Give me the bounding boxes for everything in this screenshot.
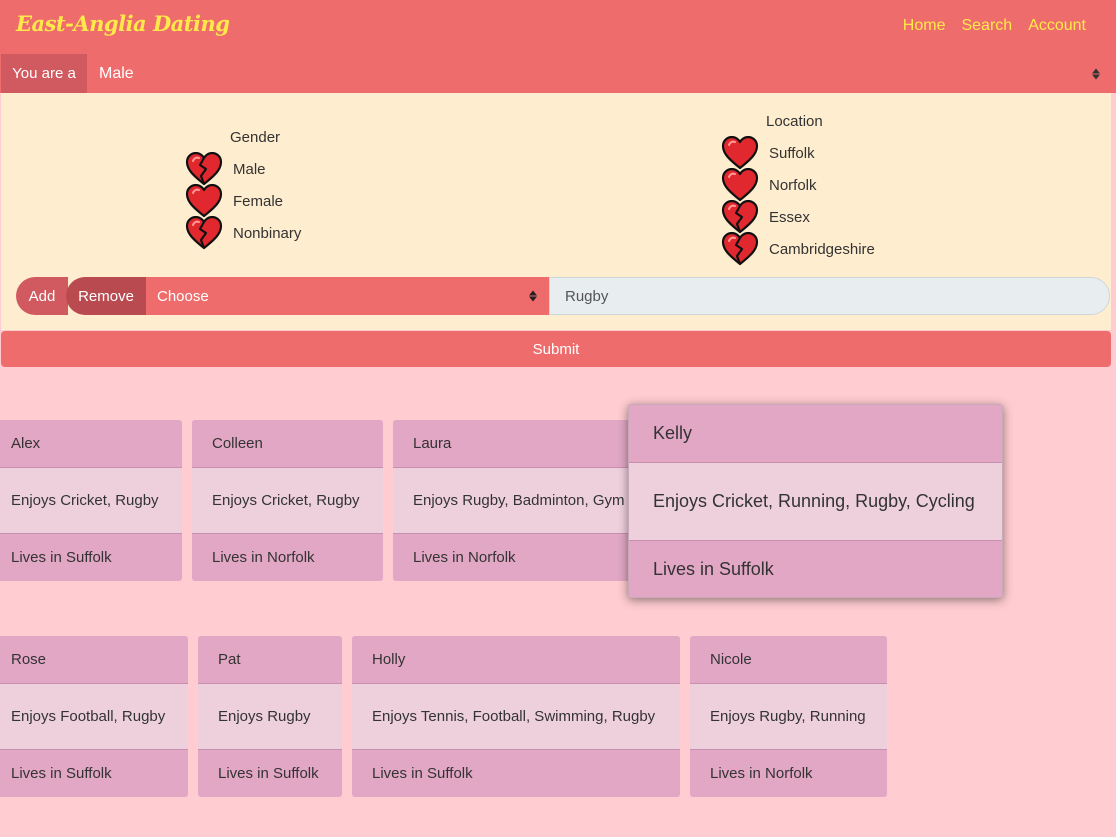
- profile-location: Lives in Suffolk: [629, 540, 1002, 597]
- profile-interests: Enjoys Rugby, Running: [690, 684, 887, 749]
- you-are-select[interactable]: Male: [87, 54, 1110, 93]
- select-arrows-icon: [1092, 68, 1100, 79]
- profile-card[interactable]: Pat Enjoys Rugby Lives in Suffolk: [198, 636, 342, 797]
- location-option-essex[interactable]: Essex: [721, 200, 810, 234]
- profile-card[interactable]: Colleen Enjoys Cricket, Rugby Lives in N…: [192, 420, 383, 581]
- location-option-label: Essex: [769, 208, 810, 226]
- heart-icon: [721, 136, 759, 170]
- broken-heart-icon: [721, 232, 759, 266]
- profile-name: Alex: [0, 420, 182, 468]
- profile-card[interactable]: Nicole Enjoys Rugby, Running Lives in No…: [690, 636, 887, 797]
- nav-links: Home Search Account: [903, 17, 1086, 35]
- add-button[interactable]: Add: [16, 277, 68, 315]
- profile-name: Pat: [198, 636, 342, 684]
- profile-location: Lives in Suffolk: [198, 749, 342, 797]
- profile-location: Lives in Norfolk: [690, 749, 887, 797]
- location-title: Location: [766, 113, 823, 130]
- profile-name: Nicole: [690, 636, 887, 684]
- gender-option-label: Male: [233, 160, 266, 178]
- nav-home-link[interactable]: Home: [903, 17, 946, 35]
- brand-logo[interactable]: East-Anglia Dating: [16, 11, 230, 36]
- gender-option-female[interactable]: Female: [185, 184, 283, 218]
- gender-option-nonbinary[interactable]: Nonbinary: [185, 216, 301, 250]
- interest-control-row: Add Remove Choose Rugby: [16, 277, 1110, 315]
- profile-interests: Enjoys Football, Rugby: [0, 684, 188, 749]
- interest-input[interactable]: Rugby: [549, 277, 1110, 315]
- location-option-label: Norfolk: [769, 176, 817, 194]
- profile-location: Lives in Suffolk: [0, 749, 188, 797]
- profile-name: Laura: [393, 420, 643, 468]
- you-are-value: Male: [99, 64, 134, 82]
- select-arrows-icon: [529, 290, 537, 302]
- location-option-suffolk[interactable]: Suffolk: [721, 136, 815, 170]
- heart-icon: [185, 184, 223, 218]
- broken-heart-icon: [185, 152, 223, 186]
- heart-icon: [721, 168, 759, 202]
- choose-select-value: Choose: [157, 287, 209, 305]
- you-are-row: You are a Male: [0, 54, 1116, 93]
- profile-card[interactable]: Holly Enjoys Tennis, Football, Swimming,…: [352, 636, 680, 797]
- gender-option-label: Female: [233, 192, 284, 210]
- profile-card[interactable]: Rose Enjoys Football, Rugby Lives in Suf…: [0, 636, 188, 797]
- profile-name: Holly: [352, 636, 680, 684]
- location-option-label: Suffolk: [769, 144, 815, 162]
- profile-card[interactable]: Alex Enjoys Cricket, Rugby Lives in Suff…: [0, 420, 182, 581]
- submit-button[interactable]: Submit: [1, 331, 1111, 367]
- profile-interests: Enjoys Rugby, Badminton, Gym: [393, 468, 643, 533]
- profile-interests: Enjoys Tennis, Football, Swimming, Rugby: [352, 684, 680, 749]
- profile-name: Kelly: [629, 405, 1002, 463]
- profile-location: Lives in Suffolk: [0, 533, 182, 581]
- navbar: East-Anglia Dating Home Search Account: [0, 0, 1116, 54]
- profile-card-hovered[interactable]: Kelly Enjoys Cricket, Running, Rugby, Cy…: [628, 404, 1003, 598]
- location-option-cambridgeshire[interactable]: Cambridgeshire: [721, 232, 875, 266]
- nav-account-link[interactable]: Account: [1028, 17, 1086, 35]
- remove-button[interactable]: Remove: [66, 277, 146, 315]
- broken-heart-icon: [185, 216, 223, 250]
- interest-choose-select[interactable]: Choose: [146, 277, 549, 315]
- profile-interests: Enjoys Rugby: [198, 684, 342, 749]
- gender-option-label: Nonbinary: [233, 224, 302, 242]
- profile-location: Lives in Norfolk: [192, 533, 383, 581]
- nav-search-link[interactable]: Search: [961, 17, 1012, 35]
- profile-name: Rose: [0, 636, 188, 684]
- profile-location: Lives in Norfolk: [393, 533, 643, 581]
- profile-interests: Enjoys Cricket, Rugby: [192, 468, 383, 533]
- profile-interests: Enjoys Cricket, Rugby: [0, 468, 182, 533]
- you-are-label: You are a: [1, 54, 87, 93]
- profile-name: Colleen: [192, 420, 383, 468]
- profile-location: Lives in Suffolk: [352, 749, 680, 797]
- location-option-norfolk[interactable]: Norfolk: [721, 168, 817, 202]
- broken-heart-icon: [721, 200, 759, 234]
- profile-interests: Enjoys Cricket, Running, Rugby, Cycling: [629, 463, 1002, 540]
- profile-card[interactable]: Laura Enjoys Rugby, Badminton, Gym Lives…: [393, 420, 643, 581]
- location-option-label: Cambridgeshire: [769, 240, 875, 258]
- gender-option-male[interactable]: Male: [185, 152, 266, 186]
- gender-title: Gender: [230, 129, 281, 146]
